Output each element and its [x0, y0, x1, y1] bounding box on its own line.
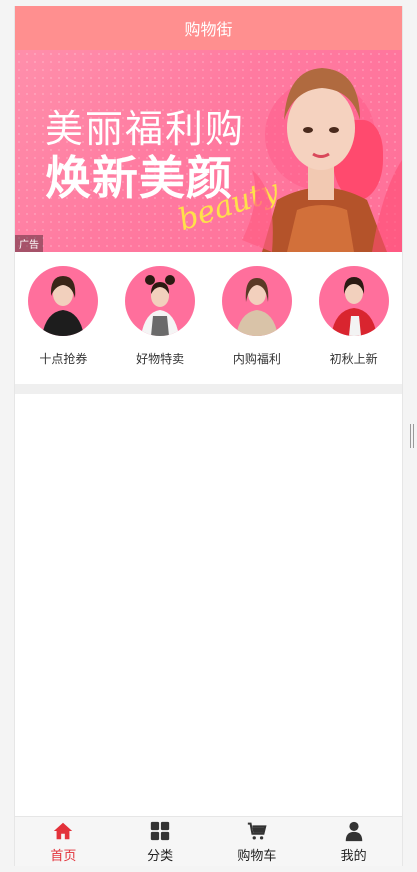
user-icon [345, 821, 362, 841]
ad-badge: 广告 [15, 235, 43, 252]
feature-item-good-deals[interactable]: 好物特卖 [120, 266, 200, 384]
promo-banner[interactable]: 美丽福利购 焕新美颜 beauty 广告 [15, 50, 402, 252]
app-screen: 购物街 美丽福利购 焕新美颜 beauty 广告 十点抢券 好物特卖 内购福利 … [14, 6, 403, 866]
bottom-tab-bar: 首页 分类 购物车 我的 [15, 816, 402, 866]
feature-label: 初秋上新 [329, 352, 378, 366]
feature-label: 十点抢券 [39, 352, 88, 366]
tab-label: 我的 [340, 848, 367, 864]
page-title: 购物街 [184, 20, 233, 39]
model-avatar-icon [318, 266, 389, 336]
top-navbar: 购物街 [15, 6, 402, 50]
feature-item-internal-benefits[interactable]: 内购福利 [217, 266, 297, 384]
grid-icon [150, 821, 170, 840]
scroll-handle[interactable] [410, 424, 414, 448]
model-avatar-icon [28, 266, 99, 336]
tab-home[interactable]: 首页 [15, 817, 112, 866]
banner-model-image [242, 68, 402, 252]
feature-label: 好物特卖 [136, 352, 185, 366]
feature-item-early-autumn-new[interactable]: 初秋上新 [314, 266, 394, 384]
tab-category[interactable]: 分类 [112, 817, 209, 866]
feature-nav: 十点抢券 好物特卖 内购福利 初秋上新 [15, 252, 402, 384]
feature-item-ten-oclock-coupons[interactable]: 十点抢券 [23, 266, 103, 384]
model-avatar-icon [125, 266, 196, 336]
cart-icon [247, 822, 267, 840]
tab-label: 首页 [50, 848, 77, 864]
tab-profile[interactable]: 我的 [305, 817, 402, 866]
home-icon [54, 822, 73, 839]
feature-label: 内购福利 [232, 352, 281, 366]
tab-cart[interactable]: 购物车 [209, 817, 306, 866]
tab-label: 分类 [147, 848, 174, 864]
content-area [15, 394, 402, 815]
tab-label: 购物车 [237, 848, 277, 864]
section-divider [15, 384, 402, 394]
model-avatar-icon [221, 266, 292, 336]
